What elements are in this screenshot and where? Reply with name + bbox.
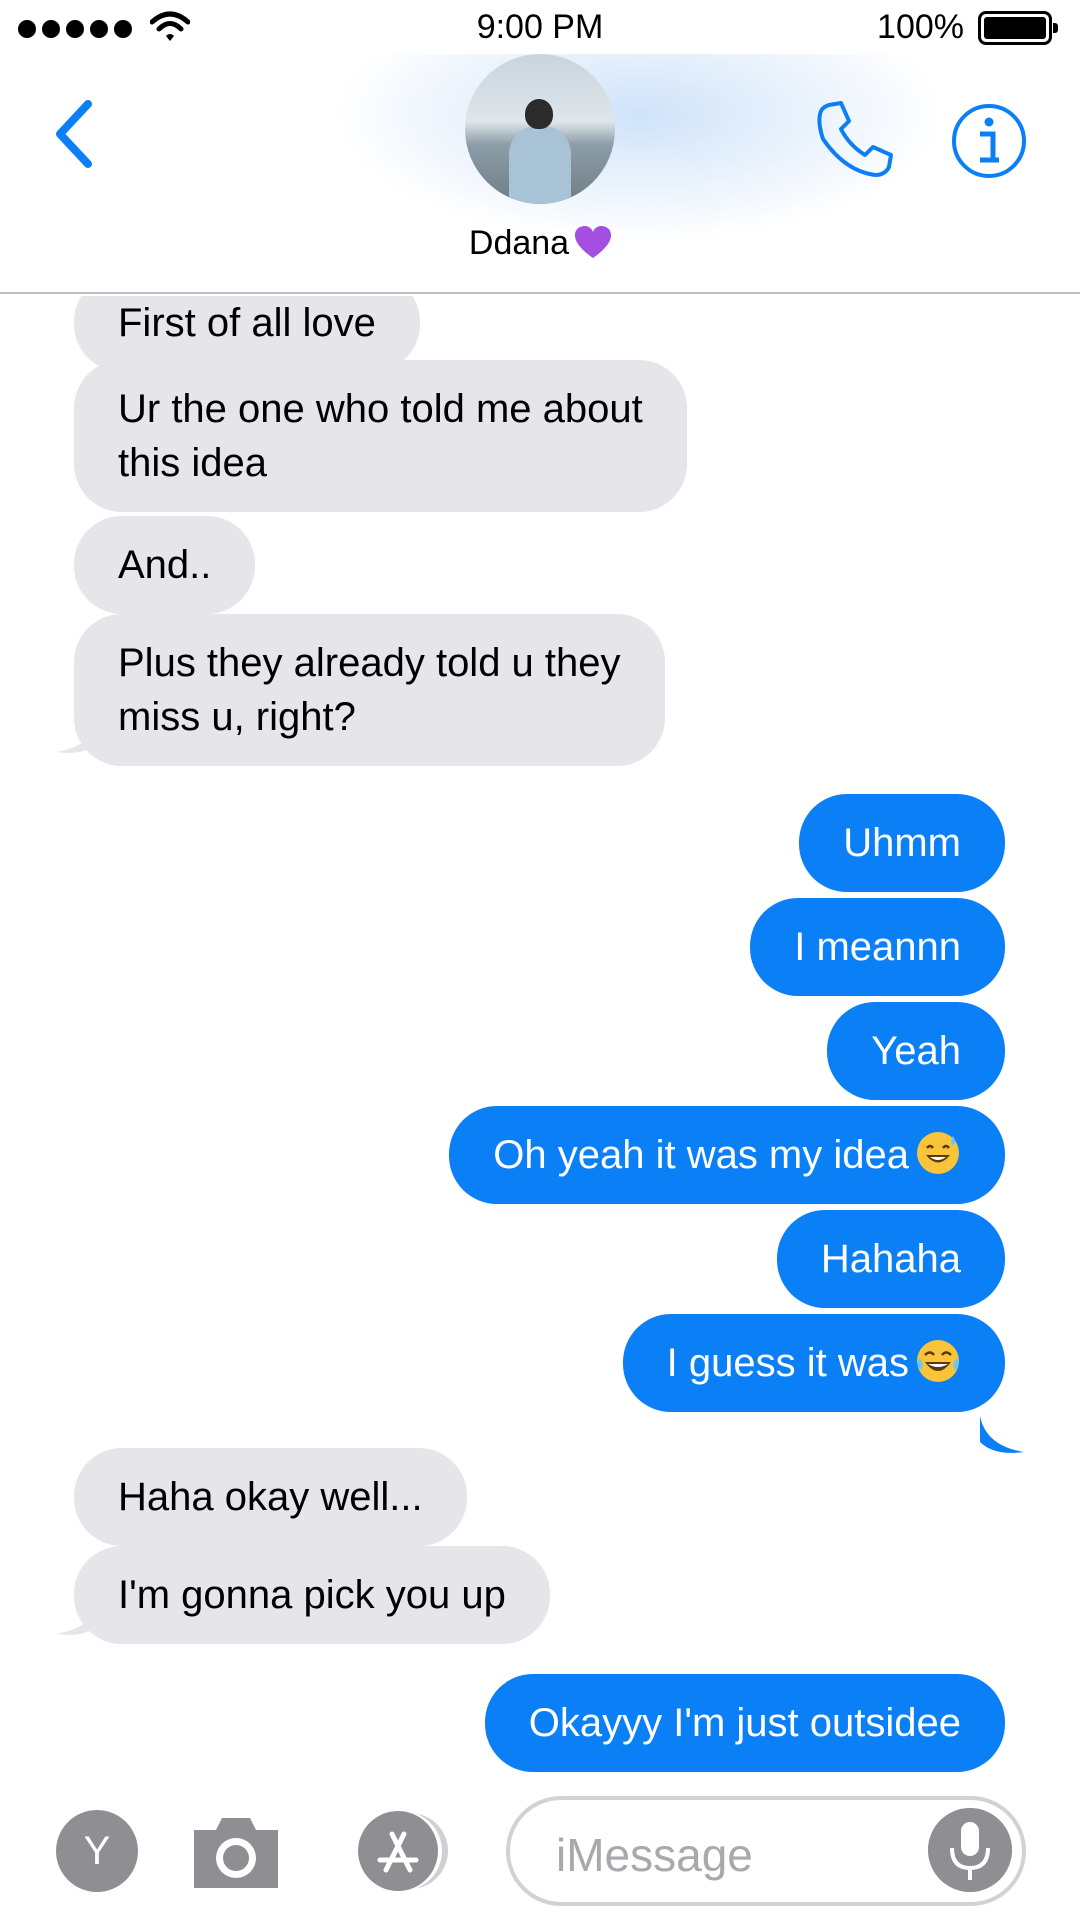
incoming-message[interactable]: Plus they already told u they miss u, ri… — [74, 614, 665, 766]
sweat-smile-emoji-icon — [917, 1132, 959, 1174]
message-input[interactable]: iMessage — [506, 1796, 1026, 1906]
outgoing-message[interactable]: Uhmm — [799, 794, 1005, 892]
incoming-message[interactable]: Ur the one who told me about this idea — [74, 360, 687, 512]
outgoing-message[interactable]: I guess it was — [622, 1314, 1005, 1412]
contact-name-label: Ddana — [468, 224, 570, 262]
phone-icon[interactable] — [815, 99, 895, 179]
chevron-left-icon[interactable] — [44, 94, 104, 174]
incoming-bubble-tail — [56, 1598, 100, 1635]
outgoing-message[interactable]: I meannn — [750, 898, 1005, 996]
incoming-message[interactable]: And.. — [74, 516, 256, 614]
contact-name[interactable]: Ddana — [0, 224, 1080, 263]
outgoing-message[interactable]: Yeah — [827, 1002, 1005, 1100]
avatar[interactable] — [465, 54, 615, 204]
incoming-message[interactable]: Haha okay well... — [74, 1448, 467, 1546]
tears-of-joy-emoji-icon — [917, 1340, 959, 1382]
app-y-button[interactable]: Y — [56, 1810, 138, 1892]
incoming-message[interactable]: I'm gonna pick you up — [74, 1546, 550, 1644]
purple-heart-icon — [575, 226, 612, 258]
camera-icon[interactable] — [190, 1812, 282, 1892]
microphone-icon[interactable] — [928, 1808, 1012, 1892]
outgoing-message[interactable]: Hahaha — [776, 1210, 1005, 1308]
message-input-placeholder: iMessage — [556, 1829, 753, 1881]
app-store-icon[interactable] — [346, 1810, 456, 1892]
outgoing-message[interactable]: Okayyy I'm just outsidee — [484, 1674, 1005, 1772]
outgoing-bubble-tail — [980, 1416, 1024, 1453]
compose-bar: Y iMessage — [0, 1778, 1080, 1920]
outgoing-message[interactable]: Oh yeah it was my idea — [449, 1106, 1005, 1204]
status-bar: 9:00 PM 100% — [0, 0, 1080, 54]
battery-icon — [978, 11, 1058, 45]
battery-percentage: 100% — [877, 8, 964, 46]
info-icon[interactable] — [950, 102, 1028, 180]
message-list[interactable]: First of all love Ur the one who told me… — [0, 296, 1080, 1776]
incoming-bubble-tail — [56, 716, 100, 753]
conversation-header: Ddana — [0, 54, 1080, 294]
